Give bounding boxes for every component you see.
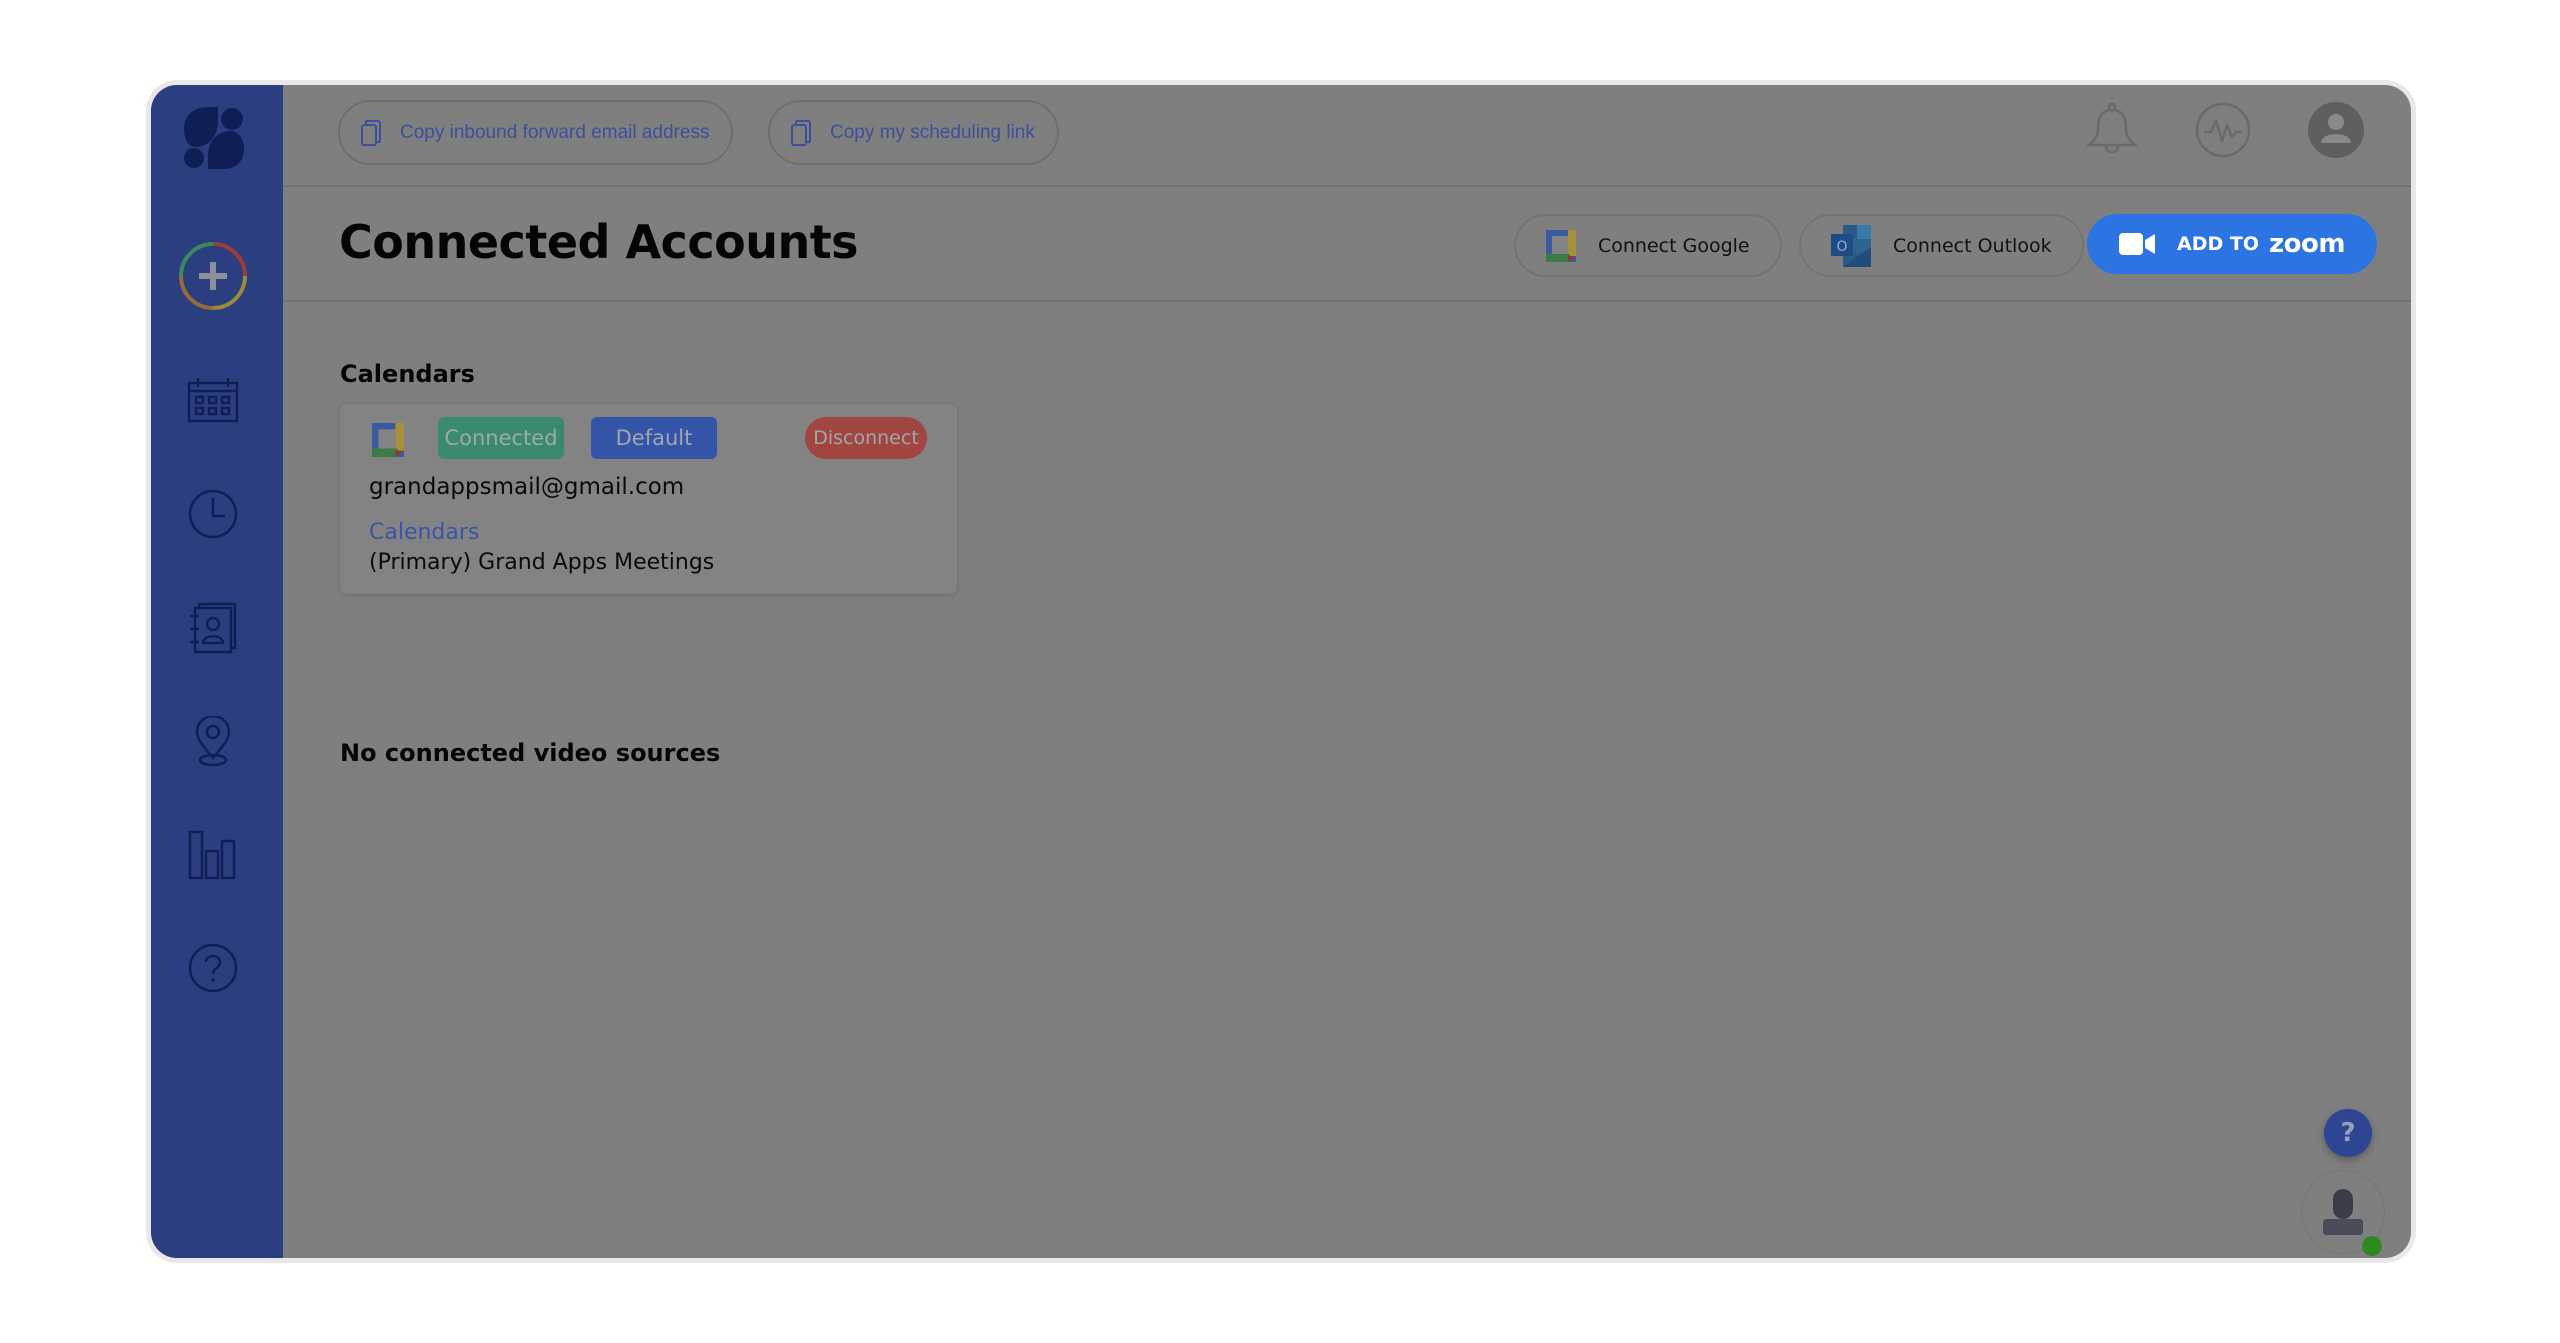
logo-icon <box>184 107 244 169</box>
disconnect-button[interactable]: Disconnect <box>805 417 927 459</box>
sidebar-item-reports[interactable] <box>187 829 239 881</box>
user-avatar-icon <box>2308 102 2364 158</box>
svg-text:O: O <box>1836 239 1847 255</box>
question-mark-icon: ? <box>2340 1118 2356 1148</box>
app-logo[interactable] <box>182 105 244 169</box>
sidebar-item-help[interactable] <box>187 942 239 994</box>
connected-status-badge: Connected <box>438 417 564 459</box>
sidebar-item-history[interactable] <box>187 488 239 540</box>
help-icon <box>188 943 238 993</box>
contacts-icon <box>190 602 237 654</box>
bell-icon <box>2085 102 2139 154</box>
floating-help-button[interactable]: ? <box>2324 1109 2372 1157</box>
page-header: Connected Accounts Connect Google O Conn… <box>283 187 2411 302</box>
support-agent-icon <box>2323 1189 2363 1235</box>
video-camera-icon <box>2119 233 2155 255</box>
calendar-icon <box>187 378 239 423</box>
online-status-dot <box>2362 1236 2382 1256</box>
copy-scheduling-link-button[interactable]: Copy my scheduling link <box>768 100 1059 165</box>
sidebar-item-contacts[interactable] <box>187 602 239 654</box>
connect-google-button[interactable]: Connect Google <box>1514 214 1782 277</box>
sidebar-item-calendar[interactable] <box>187 377 239 423</box>
activity-button[interactable] <box>2194 101 2252 163</box>
connect-outlook-button[interactable]: O Connect Outlook <box>1799 214 2084 277</box>
calendars-link[interactable]: Calendars <box>369 520 479 545</box>
sidebar-item-locations[interactable] <box>191 716 235 768</box>
zoom-brand-label: zoom <box>2268 229 2345 259</box>
main-content: Copy inbound forward email address Copy … <box>283 85 2411 1258</box>
activity-icon <box>2195 102 2251 158</box>
outlook-icon: O <box>1831 224 1871 267</box>
copy-icon <box>791 119 811 146</box>
copy-forward-email-button[interactable]: Copy inbound forward email address <box>338 100 734 165</box>
add-to-zoom-prefix: ADD TO <box>2177 233 2259 255</box>
top-bar: Copy inbound forward email address Copy … <box>283 85 2411 187</box>
notifications-button[interactable] <box>2085 102 2139 162</box>
page-title: Connected Accounts <box>339 215 859 269</box>
bar-chart-icon <box>188 830 236 880</box>
copy-forward-email-label: Copy inbound forward email address <box>400 121 710 143</box>
add-to-zoom-button[interactable]: ADD TO zoom <box>2087 214 2377 274</box>
default-badge[interactable]: Default <box>591 417 717 459</box>
app-window: Copy inbound forward email address Copy … <box>151 85 2411 1258</box>
copy-scheduling-link-label: Copy my scheduling link <box>830 121 1035 143</box>
user-menu-button[interactable] <box>2307 101 2365 163</box>
copy-icon <box>361 119 381 146</box>
calendars-heading: Calendars <box>340 360 475 388</box>
sidebar <box>151 85 283 1258</box>
sidebar-item-create[interactable] <box>178 241 248 311</box>
clock-icon <box>188 489 238 539</box>
no-video-sources-message: No connected video sources <box>340 739 721 767</box>
connect-outlook-label: Connect Outlook <box>1893 234 2052 257</box>
account-email: grandappsmail@gmail.com <box>369 474 685 500</box>
google-calendar-icon <box>372 423 404 457</box>
connect-google-label: Connect Google <box>1598 234 1750 257</box>
calendar-name: (Primary) Grand Apps Meetings <box>369 550 715 575</box>
calendar-account-card: Connected Default Disconnect grandappsma… <box>340 404 957 594</box>
location-pin-icon <box>195 716 231 767</box>
google-calendar-icon <box>1546 229 1576 262</box>
plus-icon <box>179 242 247 310</box>
